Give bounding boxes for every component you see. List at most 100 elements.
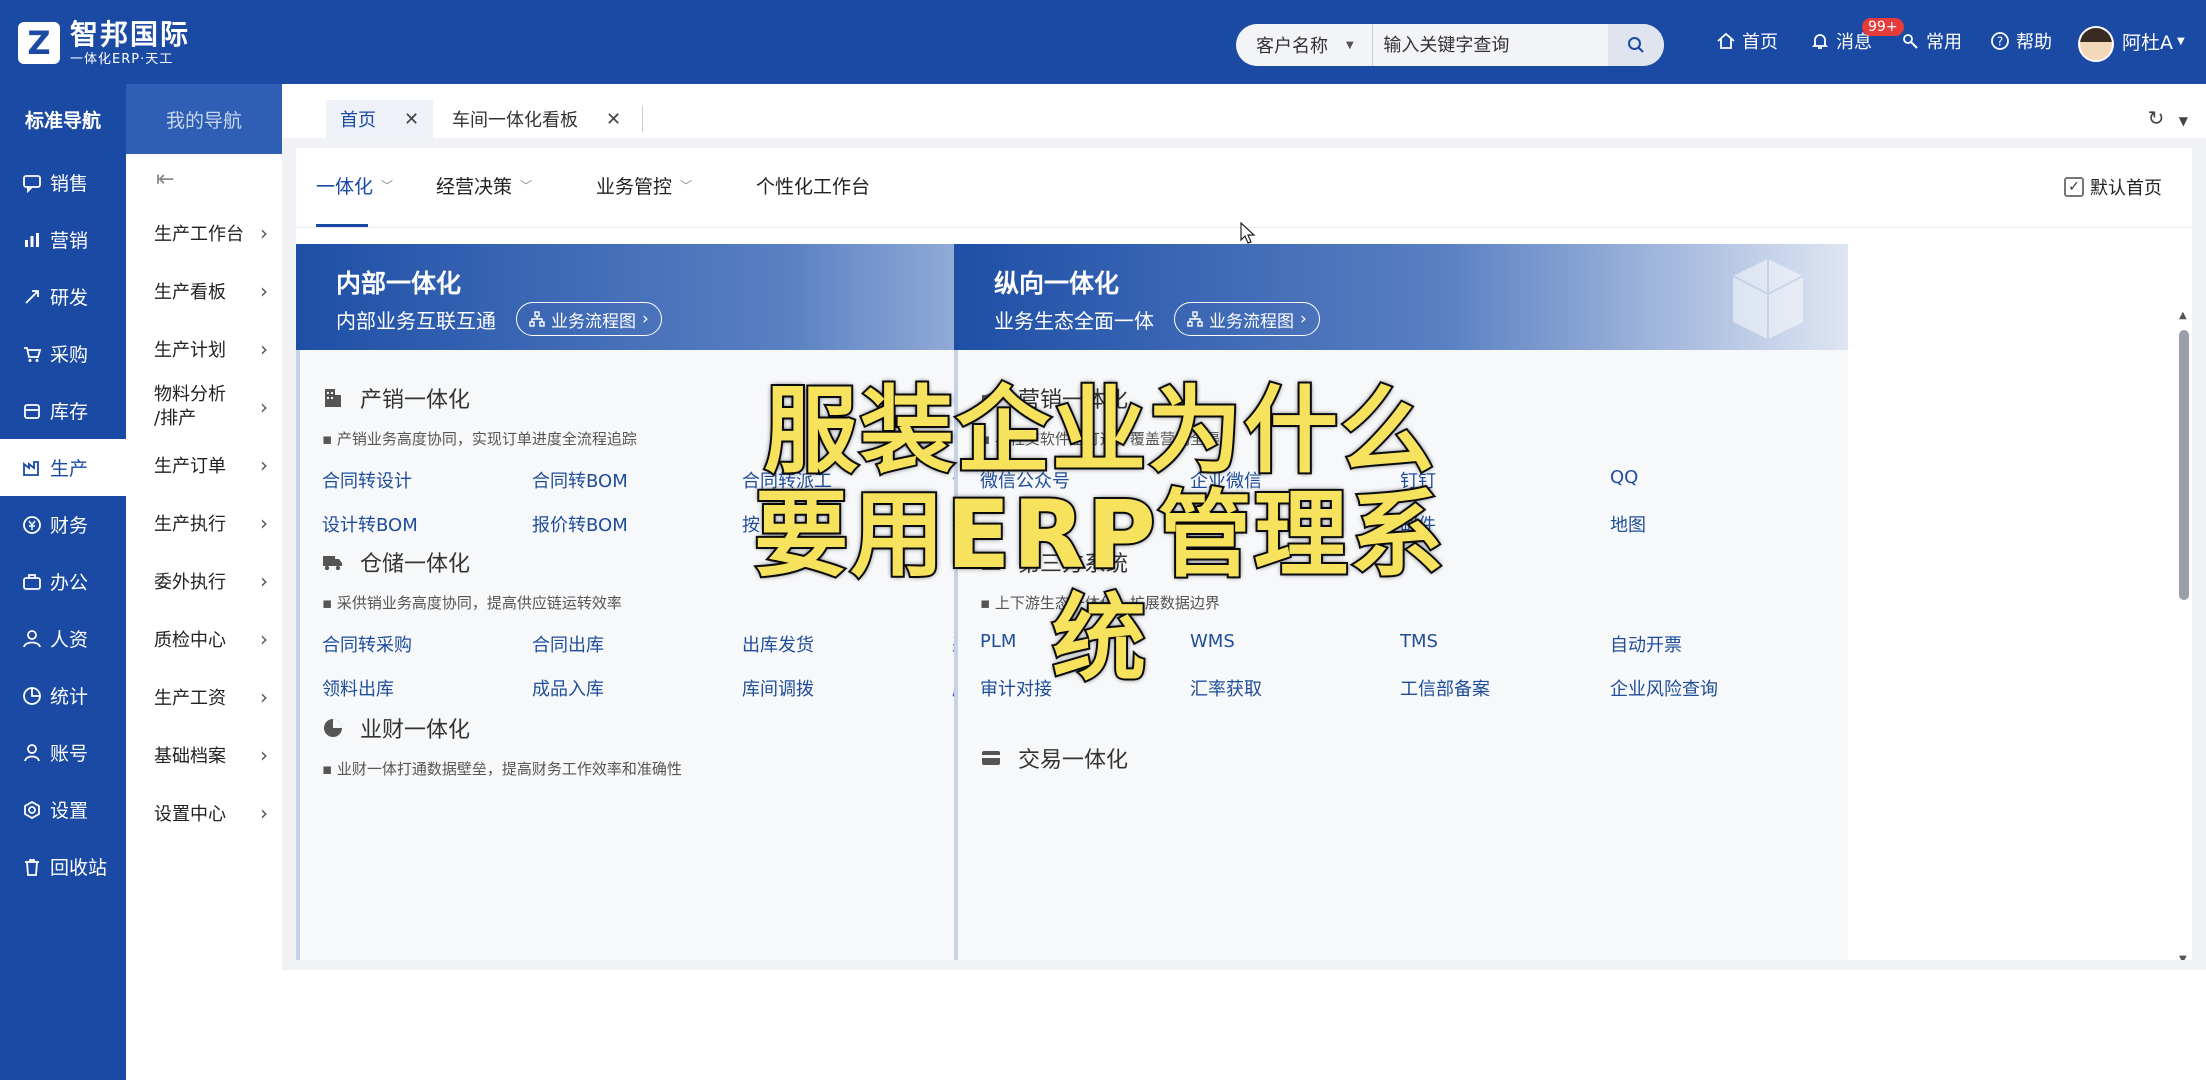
collapse-menu-icon[interactable]: ⇤: [126, 154, 282, 204]
panel-title: 纵向一体化: [994, 269, 1120, 298]
module-link[interactable]: 成品入库: [532, 675, 742, 701]
home-icon: [1717, 32, 1735, 49]
sidebar-item-0[interactable]: 销售: [0, 154, 126, 211]
sidebar-item-2[interactable]: 研发: [0, 268, 126, 325]
caption-line-3: 统: [1050, 585, 1148, 694]
sidebar-item-1[interactable]: 营销: [0, 211, 126, 268]
scroll-up-icon[interactable]: ▲: [2179, 310, 2187, 321]
default-home-label: 默认首页: [2090, 178, 2162, 199]
sidebar-item-3[interactable]: 采购: [0, 325, 126, 382]
module-link[interactable]: 合同转设计: [322, 467, 532, 493]
subnav-item-3[interactable]: 物料分析 /排产 ›: [126, 378, 282, 436]
chevron-down-icon[interactable]: ▼: [2179, 114, 2188, 128]
subtab-integration-label: 一体化: [316, 176, 374, 198]
standard-nav-tab[interactable]: 标准导航: [0, 84, 126, 154]
subnav-item-7[interactable]: 质检中心 ›: [126, 610, 282, 668]
flowchart-button[interactable]: 业务流程图 ›: [516, 302, 662, 336]
subtab-integration[interactable]: 一体化 ﹀: [316, 172, 393, 199]
search-button[interactable]: [1608, 24, 1664, 66]
section-description: ▪ 业财一体打通数据壁垒，提高财务工作效率和准确性: [322, 760, 682, 778]
sidebar-item-label: 采购: [50, 344, 89, 366]
module-link[interactable]: QQ: [1610, 467, 1820, 493]
scroll-down-icon[interactable]: ▼: [2179, 954, 2187, 960]
brand-logo[interactable]: Z 智邦国际 一体化ERP·天工: [18, 20, 190, 66]
subnav-item-10[interactable]: 设置中心 ›: [126, 784, 282, 842]
user-icon: [23, 629, 41, 647]
module-link[interactable]: 地图: [1610, 511, 1820, 537]
panel-subtitle-row: 业务生态全面一体 业务流程图 ›: [994, 302, 1320, 336]
mouse-cursor-icon: [1240, 222, 1256, 244]
nav-help[interactable]: ? 帮助: [1990, 28, 2052, 54]
subnav-item-label: 设置中心: [154, 804, 226, 825]
module-link[interactable]: 合同转BOM: [532, 467, 742, 493]
scroll-thumb[interactable]: [2179, 330, 2189, 600]
chevron-right-icon: ›: [260, 569, 268, 593]
module-link[interactable]: 企业风险查询: [1610, 675, 1820, 701]
tab-home[interactable]: 首页 ✕: [326, 100, 434, 138]
sidebar-item-7[interactable]: 办公: [0, 553, 126, 610]
bar-chart-icon: [25, 232, 39, 247]
sidebar-item-label: 账号: [50, 743, 89, 765]
default-home-toggle[interactable]: ✓ 默认首页: [2064, 174, 2162, 200]
refresh-icon[interactable]: ↻: [2148, 106, 2165, 130]
my-nav-tab[interactable]: 我的导航: [126, 84, 282, 154]
section-title-row: 业财一体化: [322, 712, 682, 744]
module-link[interactable]: 自动开票: [1610, 631, 1820, 657]
panel-subtitle: 业务生态全面一体: [994, 308, 1154, 333]
vertical-scrollbar[interactable]: ▲ ▼: [2176, 310, 2192, 960]
section-title: 产销一体化: [360, 388, 471, 413]
subnav-item-5[interactable]: 生产执行 ›: [126, 494, 282, 552]
sidebar-item-4[interactable]: 库存: [0, 382, 126, 439]
module-link[interactable]: 设计转BOM: [322, 511, 532, 537]
sidebar-item-10[interactable]: 账号: [0, 724, 126, 781]
sidebar-item-9[interactable]: 统计: [0, 667, 126, 724]
sidebar-item-8[interactable]: 人资: [0, 610, 126, 667]
subnav-item-0[interactable]: 生产工作台 ›: [126, 204, 282, 262]
subnav-item-6[interactable]: 委外执行 ›: [126, 552, 282, 610]
building-icon: [325, 389, 341, 407]
check-icon[interactable]: ✓: [2064, 177, 2084, 197]
subnav-item-2[interactable]: 生产计划 ›: [126, 320, 282, 378]
sidebar-item-label: 库存: [50, 401, 89, 423]
user-menu[interactable]: 阿杜A ▼: [2122, 28, 2185, 55]
sidebar-item-12[interactable]: 回收站: [0, 838, 126, 895]
module-link[interactable]: 合同出库: [532, 631, 742, 657]
search-input[interactable]: [1373, 24, 1609, 66]
sidebar-item-11[interactable]: 设置: [0, 781, 126, 838]
subnav-item-4[interactable]: 生产订单 ›: [126, 436, 282, 494]
subtab-personal-workbench[interactable]: 个性化工作台: [756, 172, 870, 199]
nav-common[interactable]: 常用: [1900, 28, 1962, 54]
chevron-right-icon: ›: [260, 395, 268, 419]
chevron-right-icon: ›: [260, 801, 268, 825]
help-icon: ?: [1991, 32, 2009, 50]
tab-workshop-board[interactable]: 车间一体化看板 ✕: [438, 100, 635, 138]
sidebar-item-5[interactable]: 生产: [0, 439, 126, 496]
subnav-item-label: 质检中心: [154, 630, 226, 651]
secondary-sidebar: 我的导航 ⇤ 生产工作台 › 生产看板 › 生产计划 › 物料分析 /排产 › 生产订单 › 生产执…: [126, 84, 282, 1080]
module-link[interactable]: 报价转BOM: [532, 511, 742, 537]
sidebar-item-6[interactable]: 财务: [0, 496, 126, 553]
chevron-right-icon: ›: [260, 279, 268, 303]
nav-home[interactable]: 首页: [1716, 28, 1778, 54]
section-title: 业财一体化: [360, 718, 471, 743]
module-link[interactable]: 合同转采购: [322, 631, 532, 657]
sidebar-item-label: 财务: [50, 515, 89, 537]
subnav-item-1[interactable]: 生产看板 ›: [126, 262, 282, 320]
subnav-item-9[interactable]: 基础档案 ›: [126, 726, 282, 784]
chevron-down-icon: ▼: [2177, 36, 2185, 47]
close-icon[interactable]: ✕: [606, 109, 621, 130]
tab-home-label: 首页: [340, 110, 376, 131]
active-subtab-indicator: [316, 224, 368, 227]
user-avatar[interactable]: [2078, 26, 2114, 62]
close-icon[interactable]: ✕: [404, 109, 419, 130]
module-link[interactable]: 领料出库: [322, 675, 532, 701]
search-scope-select[interactable]: 客户名称 ▼: [1236, 24, 1374, 66]
subnav-item-label: 生产看板: [154, 282, 226, 303]
sidebar-item-label: 办公: [50, 572, 89, 594]
subnav-item-8[interactable]: 生产工资 ›: [126, 668, 282, 726]
panel-subtitle-row: 内部业务互联互通 业务流程图 ›: [336, 302, 662, 336]
card-icon: [982, 751, 1000, 765]
subtab-decision[interactable]: 经营决策 ﹀: [436, 172, 532, 199]
subtab-control[interactable]: 业务管控 ﹀: [596, 172, 692, 199]
flowchart-button[interactable]: 业务流程图 ›: [1174, 302, 1320, 336]
